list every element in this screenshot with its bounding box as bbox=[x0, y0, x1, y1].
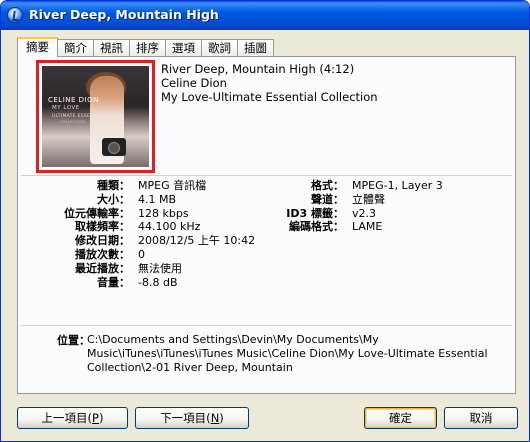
prop-value: 無法使用 bbox=[138, 261, 182, 275]
location-path: C:\Documents and Settings\Devin\My Docum… bbox=[87, 333, 488, 374]
next-item-hotkey: N bbox=[210, 411, 220, 425]
divider bbox=[21, 175, 512, 176]
tab-sorting[interactable]: 排序 bbox=[129, 39, 166, 57]
cover-title-text: MY LOVE bbox=[52, 105, 80, 111]
next-item-suffix: ) bbox=[219, 411, 224, 425]
prop-value: 4.1 MB bbox=[138, 192, 177, 206]
get-info-dialog: River Deep, Mountain High 摘要 簡介 視訊 排序 選項… bbox=[0, 0, 530, 442]
prop-row: ID3 標籤： v2.3 bbox=[244, 207, 443, 221]
prop-value: MPEG 音訊檔 bbox=[138, 179, 207, 192]
cover-artist-text: CELINE DION bbox=[48, 96, 99, 104]
previous-item-button[interactable]: 上一項目(P) bbox=[17, 407, 128, 429]
prop-value: 44.100 kHz bbox=[138, 220, 201, 234]
prop-label: 播放次數： bbox=[75, 247, 130, 261]
camera-icon bbox=[102, 138, 126, 156]
tab-summary[interactable]: 摘要 bbox=[17, 37, 58, 57]
tab-lyrics[interactable]: 歌詞 bbox=[201, 39, 238, 57]
prop-row: 聲道： 立體聲 bbox=[244, 193, 443, 207]
location-label: 位置： bbox=[57, 334, 90, 347]
tab-info[interactable]: 簡介 bbox=[57, 39, 94, 57]
prop-label: 位元傳輸率： bbox=[64, 206, 130, 220]
cover-subtitle-text-2: COLLECTION bbox=[60, 120, 86, 124]
tab-strip: 摘要 簡介 視訊 排序 選項 歌詞 插圖 bbox=[17, 37, 274, 57]
prop-row: 修改日期： 2008/12/5 上午 10:42 bbox=[38, 234, 255, 248]
tab-artwork[interactable]: 插圖 bbox=[237, 39, 274, 57]
previous-item-suffix: ) bbox=[98, 411, 104, 425]
tab-options[interactable]: 選項 bbox=[165, 39, 202, 57]
itunes-icon bbox=[7, 7, 23, 23]
track-album: My Love-Ultimate Essential Collection bbox=[161, 90, 378, 104]
prop-row: 大小： 4.1 MB bbox=[38, 193, 255, 207]
track-info: River Deep, Mountain High (4:12) Celine … bbox=[161, 62, 378, 104]
prop-label: 取樣頻率： bbox=[75, 220, 130, 234]
prop-value: -8.8 dB bbox=[138, 275, 178, 289]
window-title: River Deep, Mountain High bbox=[29, 7, 219, 22]
ok-button[interactable]: 確定 bbox=[364, 407, 437, 429]
prop-row: 位元傳輸率： 128 kbps bbox=[38, 207, 255, 221]
prop-value: v2.3 bbox=[352, 206, 377, 220]
cover-subtitle-text: ULTIMATE ESSENTIAL bbox=[52, 114, 105, 119]
track-title: River Deep, Mountain High (4:12) bbox=[161, 62, 355, 76]
prop-label: ID3 標籤： bbox=[286, 206, 344, 220]
prop-value: 128 kbps bbox=[138, 206, 189, 220]
prop-label: 最近播放： bbox=[75, 261, 130, 275]
summary-panel: CELINE DION MY LOVE ULTIMATE ESSENTIAL C… bbox=[17, 56, 516, 394]
title-bar[interactable]: River Deep, Mountain High bbox=[1, 1, 529, 30]
prop-row: 種類： MPEG 音訊檔 bbox=[38, 179, 255, 193]
prop-row: 播放次數： 0 bbox=[38, 248, 255, 262]
album-artwork: CELINE DION MY LOVE ULTIMATE ESSENTIAL C… bbox=[36, 60, 155, 173]
prop-label: 修改日期： bbox=[75, 234, 130, 248]
prop-row: 最近播放： 無法使用 bbox=[38, 262, 255, 276]
prop-label: 音量： bbox=[97, 275, 130, 289]
prop-label: 種類： bbox=[97, 179, 130, 192]
prop-value: LAME bbox=[352, 220, 383, 234]
prop-label: 編碼格式： bbox=[289, 220, 344, 234]
previous-item-label: 上一項目( bbox=[41, 411, 93, 425]
properties-left: 種類： MPEG 音訊檔 大小： 4.1 MB 位元傳輸率： 128 kbps 取樣頻… bbox=[38, 179, 255, 289]
next-item-button[interactable]: 下一項目(N) bbox=[135, 407, 249, 429]
previous-item-hotkey: P bbox=[92, 411, 99, 425]
prop-value: 0 bbox=[138, 247, 145, 261]
prop-label: 格式： bbox=[311, 179, 344, 192]
prop-row: 取樣頻率： 44.100 kHz bbox=[38, 220, 255, 234]
properties-right: 格式： MPEG-1, Layer 3 聲道： 立體聲 ID3 標籤： v2.3 編碼… bbox=[244, 179, 443, 234]
cancel-button[interactable]: 取消 bbox=[444, 407, 518, 429]
prop-label: 大小： bbox=[97, 192, 130, 206]
tab-video[interactable]: 視訊 bbox=[93, 39, 130, 57]
divider bbox=[21, 325, 512, 326]
prop-value: 立體聲 bbox=[352, 192, 385, 206]
prop-value: MPEG-1, Layer 3 bbox=[352, 179, 443, 192]
album-cover-image: CELINE DION MY LOVE ULTIMATE ESSENTIAL C… bbox=[42, 66, 149, 167]
prop-value: 2008/12/5 上午 10:42 bbox=[138, 234, 256, 248]
prop-label: 聲道： bbox=[311, 192, 344, 206]
prop-row: 格式： MPEG-1, Layer 3 bbox=[244, 179, 443, 193]
prop-row: 音量： -8.8 dB bbox=[38, 276, 255, 290]
prop-row: 編碼格式： LAME bbox=[244, 220, 443, 234]
track-artist: Celine Dion bbox=[161, 76, 227, 90]
next-item-label: 下一項目( bbox=[160, 411, 211, 425]
